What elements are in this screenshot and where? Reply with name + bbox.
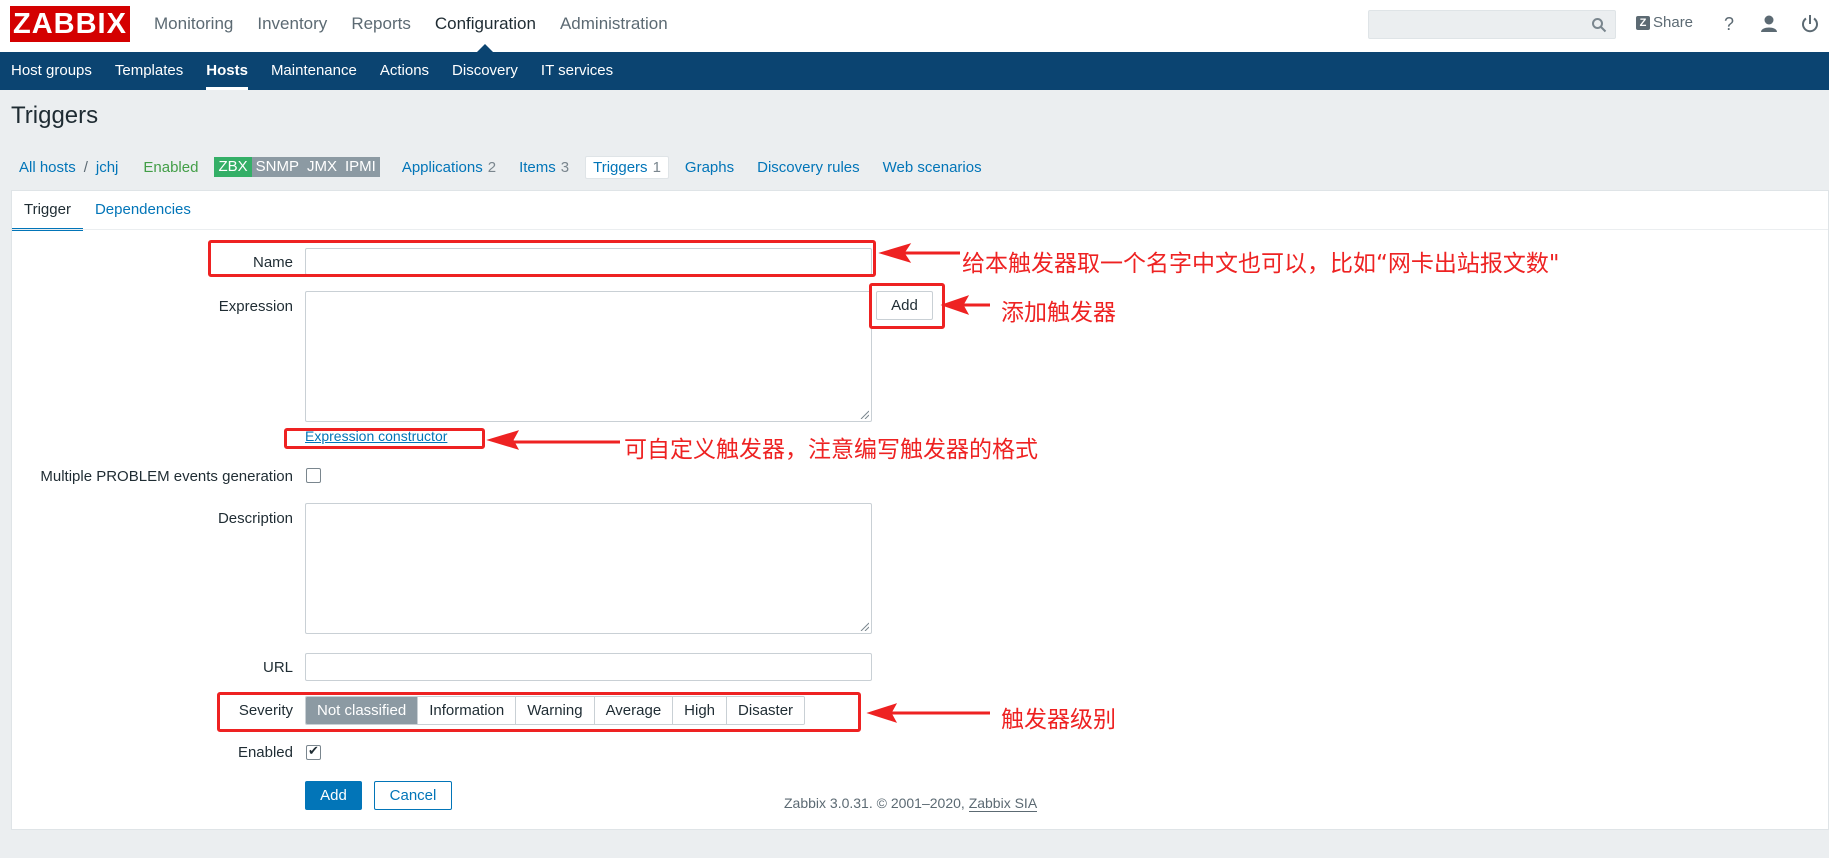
top-header: ZABBIX Monitoring Inventory Reports Conf… (0, 0, 1829, 52)
link-graphs[interactable]: Graphs (685, 159, 734, 176)
add-highlight-box (869, 283, 945, 329)
breadcrumb-all-hosts[interactable]: All hosts (19, 159, 76, 176)
subnav-it-services[interactable]: IT services (530, 52, 625, 90)
footer-vendor-link[interactable]: Zabbix SIA (968, 795, 1038, 812)
help-icon[interactable]: ? (1718, 13, 1740, 35)
main-nav: Monitoring Inventory Reports Configurati… (142, 0, 680, 52)
nav-configuration[interactable]: Configuration (423, 0, 548, 52)
footer-copyright: Zabbix 3.0.31. © 2001–2020, (784, 795, 965, 811)
url-label: URL (262, 659, 293, 676)
link-items[interactable]: Items 3 (519, 159, 569, 176)
expression-textarea[interactable] (305, 291, 872, 422)
link-web-scenarios[interactable]: Web scenarios (883, 159, 982, 176)
nav-monitoring[interactable]: Monitoring (142, 0, 245, 52)
severity-annotation-text: 触发器级别 (1001, 707, 1116, 733)
badge-jmx: JMX (302, 157, 341, 177)
enabled-label: Enabled (237, 744, 293, 761)
description-textarea[interactable] (305, 503, 872, 634)
checkmark-icon: ✔ (308, 743, 319, 758)
zabbix-logo[interactable]: ZABBIX (10, 6, 130, 42)
link-applications[interactable]: Applications 2 (402, 159, 496, 176)
resize-grip-icon[interactable] (859, 409, 869, 419)
badge-snmp: SNMP (251, 157, 303, 177)
name-annotation-text: 给本触发器取一个名字中文也可以，比如“网卡出站报文数" (962, 251, 1560, 277)
footer: Zabbix 3.0.31. © 2001–2020, Zabbix SIA (784, 795, 1038, 812)
sign-out-icon[interactable] (1799, 13, 1821, 35)
user-profile-icon[interactable] (1758, 13, 1780, 35)
nav-administration[interactable]: Administration (548, 0, 680, 52)
form-tabs: Trigger Dependencies (12, 191, 203, 231)
subnav-actions[interactable]: Actions (369, 52, 441, 90)
nav-inventory[interactable]: Inventory (245, 0, 339, 52)
search-input[interactable] (1368, 10, 1616, 39)
multiple-problem-label: Multiple PROBLEM events generation (40, 468, 293, 485)
share-label: Share (1653, 14, 1694, 31)
host-status[interactable]: Enabled (143, 159, 198, 176)
share-link[interactable]: Z Share (1636, 14, 1693, 31)
name-highlight-box (208, 240, 876, 277)
url-input[interactable] (305, 653, 872, 681)
subnav-templates[interactable]: Templates (104, 52, 195, 90)
tab-trigger[interactable]: Trigger (12, 191, 83, 231)
nav-reports[interactable]: Reports (339, 0, 423, 52)
search-icon[interactable] (1591, 17, 1607, 33)
enabled-checkbox[interactable]: ✔ (306, 743, 321, 760)
severity-highlight-box (217, 692, 861, 732)
subnav-hosts[interactable]: Hosts (195, 52, 260, 90)
constructor-highlight-box (284, 428, 485, 449)
resize-grip-icon[interactable] (859, 621, 869, 631)
breadcrumb: All hosts / jchj Enabled ZBX SNMP JMX IP… (19, 155, 982, 179)
description-label: Description (217, 510, 293, 527)
subnav-host-groups[interactable]: Host groups (0, 52, 104, 90)
link-discovery-rules[interactable]: Discovery rules (757, 159, 860, 176)
multiple-problem-checkbox[interactable] (306, 468, 321, 483)
page-title: Triggers (11, 102, 99, 129)
availability-badges: ZBX SNMP JMX IPMI (214, 157, 380, 177)
expression-label: Expression (218, 298, 293, 315)
tab-dependencies[interactable]: Dependencies (83, 191, 203, 231)
badge-ipmi: IPMI (340, 157, 380, 177)
add-trigger-button[interactable]: Add (305, 781, 362, 810)
add-annotation-text: 添加触发器 (1001, 300, 1116, 326)
constructor-annotation-text: 可自定义触发器，注意编写触发器的格式 (624, 437, 1038, 463)
breadcrumb-separator: / (83, 158, 88, 176)
share-icon: Z (1636, 15, 1650, 30)
subnav-maintenance[interactable]: Maintenance (260, 52, 369, 90)
cancel-button[interactable]: Cancel (374, 781, 452, 810)
link-triggers[interactable]: Triggers 1 (585, 155, 669, 179)
breadcrumb-host[interactable]: jchj (96, 159, 119, 176)
tab-divider (12, 229, 1828, 230)
badge-zbx: ZBX (214, 157, 252, 177)
subnav-discovery[interactable]: Discovery (441, 52, 530, 90)
sub-nav: Host groups Templates Hosts Maintenance … (0, 52, 1829, 90)
